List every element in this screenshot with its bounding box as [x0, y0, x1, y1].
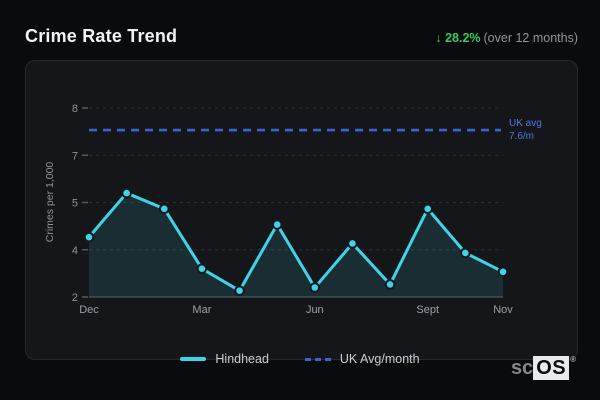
data-point-Feb[interactable]: [158, 203, 170, 215]
legend-item-uk-avg[interactable]: UK Avg/month: [304, 352, 420, 366]
y-tick-label: 4: [72, 245, 78, 257]
data-point-Jul[interactable]: [347, 238, 358, 249]
trend-stat: ↓ 28.2% (over 12 months): [435, 31, 578, 45]
logo-prefix: sc: [510, 357, 534, 379]
data-point-Jun[interactable]: [309, 282, 321, 293]
legend-label: Hindhead: [215, 352, 269, 366]
registered-trademark-icon: ®: [570, 355, 576, 364]
y-tick-label: 7: [72, 150, 78, 162]
uk-avg-label-line2: 7.6/m: [509, 131, 534, 142]
y-tick-label: 2: [72, 292, 78, 304]
y-tick-label: 8: [72, 103, 78, 115]
x-tick-label: Nov: [493, 304, 513, 316]
chart-card: 8 7 5 4 2 Dec Mar Jun Sept Nov Crimes per 1,000 UK …: [25, 60, 578, 360]
data-point-Aug[interactable]: [384, 279, 396, 290]
scos-logo: sc OS ®: [511, 356, 576, 380]
data-point-Oct[interactable]: [460, 247, 471, 259]
trend-caption: (over 12 months): [483, 31, 578, 45]
x-tick-label: Sept: [416, 304, 439, 316]
data-point-Dec[interactable]: [83, 231, 95, 243]
data-point-Mar[interactable]: [196, 263, 208, 274]
legend-item-hindhead[interactable]: Hindhead: [180, 352, 269, 366]
x-axis-labels: Dec Mar Jun Sept Nov: [79, 304, 513, 316]
x-tick-label: Mar: [192, 304, 211, 316]
uk-avg-dashed-swatch-icon: [304, 357, 331, 361]
trend-value: 28.2%: [445, 31, 481, 45]
series-area-fill: [89, 193, 503, 297]
hindhead-line-swatch-icon: [180, 357, 207, 361]
logo-boxed-text: OS: [533, 356, 570, 380]
uk-avg-label-line1: UK avg: [509, 118, 542, 129]
crime-trend-chart: 8 7 5 4 2Dec Mar Jun Sept Nov Crimes per 1,000 UK …: [44, 103, 542, 316]
data-point-Sept[interactable]: [422, 203, 434, 215]
down-arrow-icon: ↓: [435, 31, 442, 45]
legend-label: UK Avg/month: [339, 352, 420, 366]
page-title: Crime Rate Trend: [25, 26, 178, 46]
data-point-Jan[interactable]: [121, 187, 132, 199]
data-point-May[interactable]: [271, 219, 283, 230]
data-point-Nov[interactable]: [497, 266, 509, 278]
y-tick-label: 5: [72, 198, 78, 210]
page: Crime Rate Trend ↓ 28.2% (over 12 months)…: [0, 0, 600, 400]
y-axis-title: Crimes per 1,000: [44, 162, 56, 243]
x-tick-label: Jun: [306, 304, 324, 316]
data-point-Apr[interactable]: [234, 285, 245, 296]
header: Crime Rate Trend ↓ 28.2% (over 12 months): [25, 26, 578, 47]
x-tick-label: Dec: [79, 304, 99, 316]
